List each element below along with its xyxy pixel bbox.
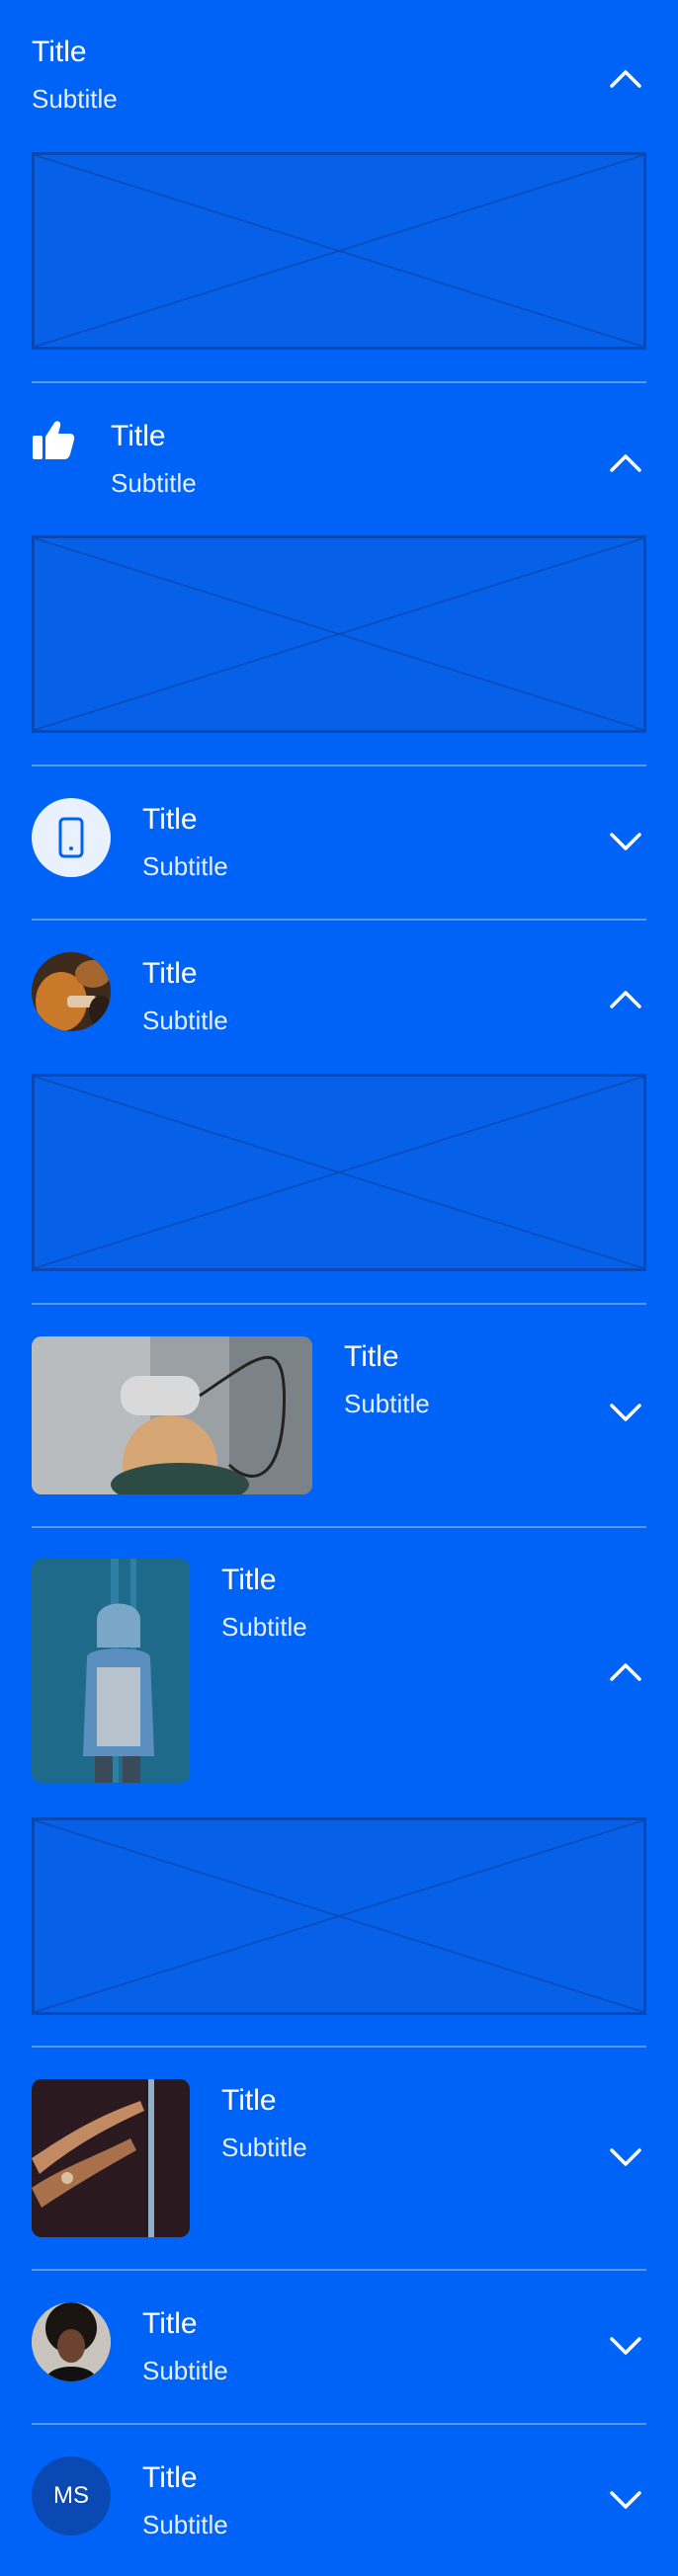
item-title: Title <box>142 803 198 836</box>
thumbs-up-icon <box>33 421 75 459</box>
chevron-up-icon[interactable] <box>609 451 642 473</box>
chevron-down-icon[interactable] <box>609 2490 642 2512</box>
initials-avatar: MS <box>32 2456 111 2536</box>
chevron-down-icon[interactable] <box>609 2147 642 2169</box>
thumbnail-image <box>32 2079 190 2237</box>
chevron-up-icon[interactable] <box>609 1660 642 1682</box>
divider <box>32 919 646 921</box>
item-title: Title <box>221 2084 277 2117</box>
thumbnail-image <box>32 1559 190 1783</box>
item-title: Title <box>221 1564 277 1596</box>
initials-label: MS <box>53 2482 89 2509</box>
item-subtitle: Subtitle <box>142 2510 228 2539</box>
divider <box>32 381 646 383</box>
item-title: Title <box>32 36 87 68</box>
thumbnail-image <box>32 1336 312 1494</box>
avatar <box>32 2302 111 2381</box>
item-subtitle: Subtitle <box>111 468 197 498</box>
content-placeholder <box>32 152 646 350</box>
item-subtitle: Subtitle <box>344 1389 430 1418</box>
item-subtitle: Subtitle <box>32 84 118 114</box>
phone-icon-container <box>32 798 111 877</box>
content-placeholder <box>32 1074 646 1271</box>
divider <box>32 2046 646 2048</box>
item-subtitle: Subtitle <box>221 1612 307 1642</box>
chevron-down-icon[interactable] <box>609 2336 642 2358</box>
chevron-up-icon[interactable] <box>609 988 642 1009</box>
item-subtitle: Subtitle <box>142 2356 228 2385</box>
divider <box>32 1526 646 1528</box>
divider <box>32 765 646 766</box>
item-title: Title <box>142 2307 198 2340</box>
chevron-down-icon[interactable] <box>609 1403 642 1424</box>
divider <box>32 2423 646 2425</box>
chevron-down-icon[interactable] <box>609 832 642 853</box>
item-subtitle: Subtitle <box>142 851 228 881</box>
chevron-up-icon[interactable] <box>609 67 642 89</box>
avatar <box>32 952 111 1031</box>
item-title: Title <box>142 957 198 990</box>
content-placeholder <box>32 535 646 733</box>
divider <box>32 2269 646 2271</box>
item-title: Title <box>142 2461 198 2494</box>
content-placeholder <box>32 1817 646 2015</box>
item-title: Title <box>111 420 166 452</box>
divider <box>32 1303 646 1305</box>
item-subtitle: Subtitle <box>142 1006 228 1035</box>
item-title: Title <box>344 1340 399 1373</box>
phone-icon <box>58 817 84 858</box>
item-subtitle: Subtitle <box>221 2133 307 2162</box>
